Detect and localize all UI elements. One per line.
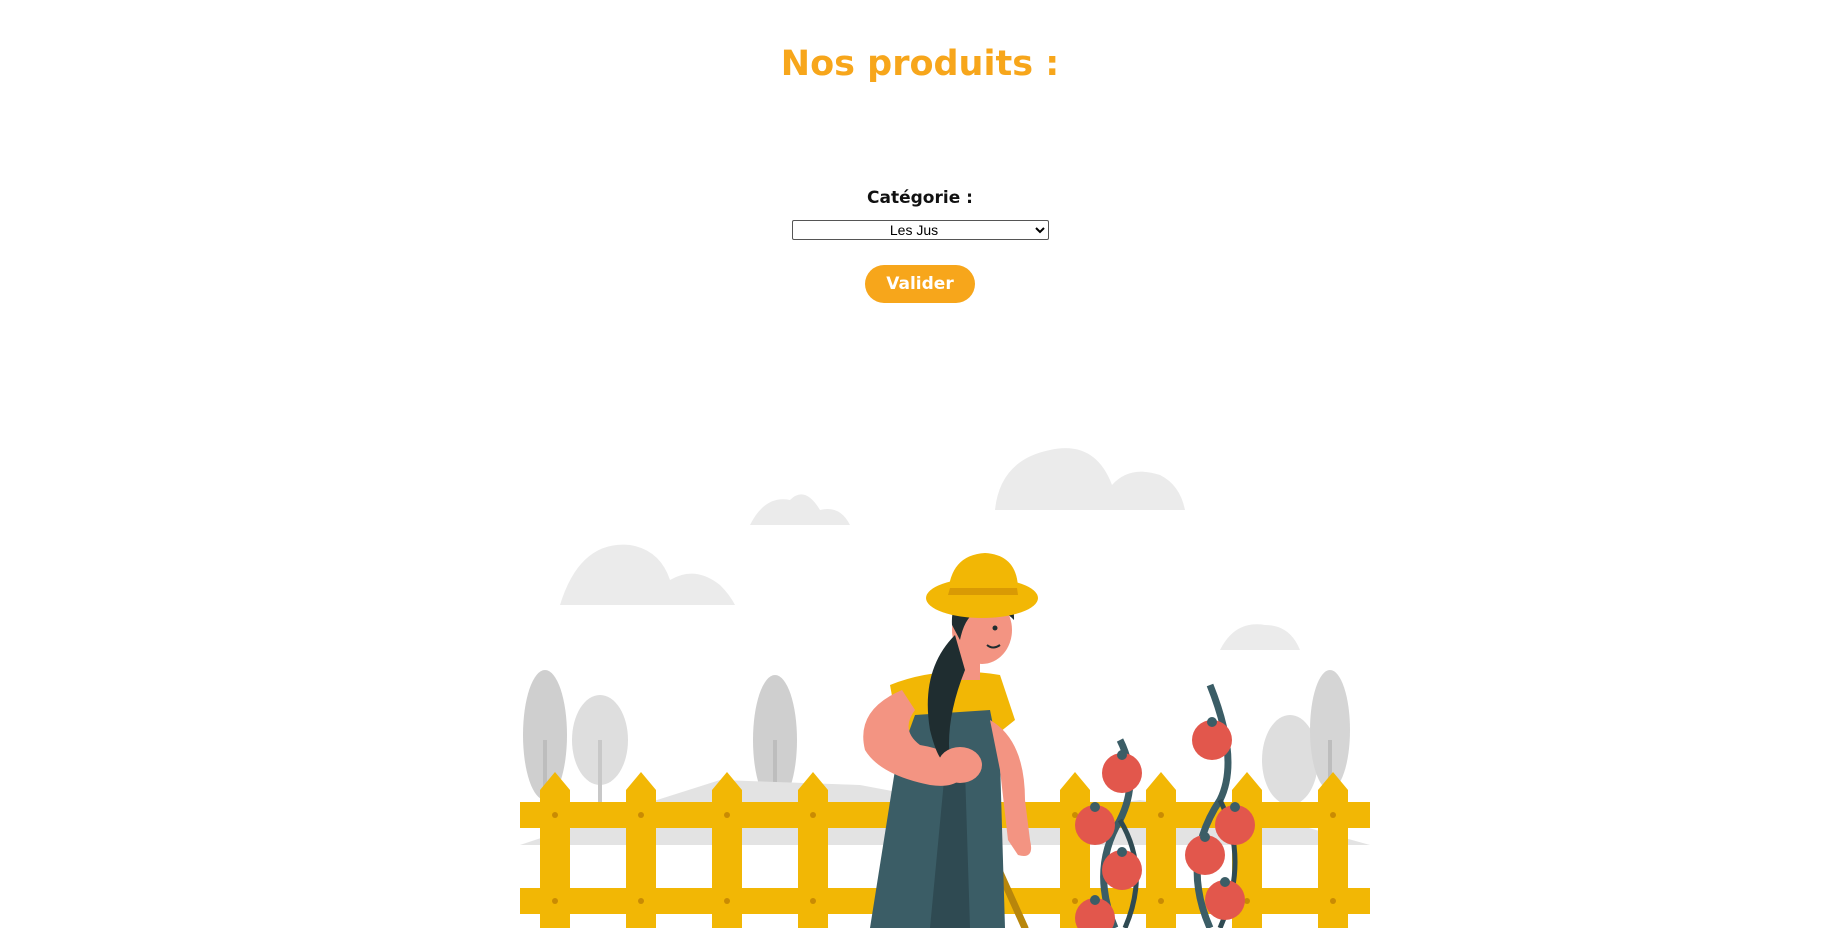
page-title: Nos produits : xyxy=(780,44,1060,84)
products-page: Nos produits : Catégorie : Les Jus Valid… xyxy=(0,0,1840,928)
category-select[interactable]: Les Jus xyxy=(791,220,1049,240)
farmer xyxy=(863,553,1038,928)
category-filter-form: Catégorie : Les Jus Valider xyxy=(0,186,1840,303)
clouds xyxy=(560,448,1300,650)
farmer-illustration xyxy=(520,448,1370,928)
validate-button[interactable]: Valider xyxy=(865,265,975,303)
category-label: Catégorie : xyxy=(867,188,973,208)
